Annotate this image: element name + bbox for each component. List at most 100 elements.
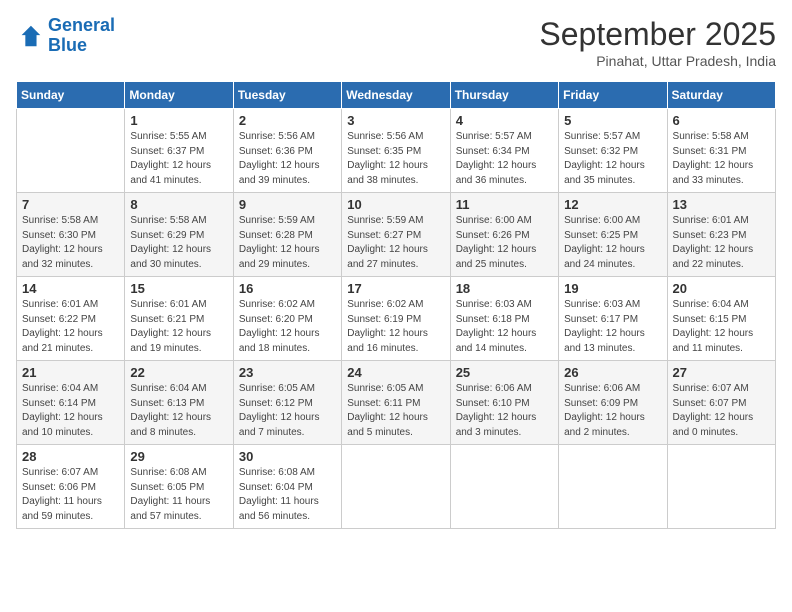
day-number: 28 — [22, 449, 119, 464]
day-number: 7 — [22, 197, 119, 212]
day-number: 27 — [673, 365, 770, 380]
day-number: 20 — [673, 281, 770, 296]
calendar-cell: 25Sunrise: 6:06 AM Sunset: 6:10 PM Dayli… — [450, 361, 558, 445]
day-number: 19 — [564, 281, 661, 296]
day-number: 12 — [564, 197, 661, 212]
day-number: 22 — [130, 365, 227, 380]
header-cell-wednesday: Wednesday — [342, 82, 450, 109]
calendar-body: 1 Sunrise: 5:55 AM Sunset: 6:37 PM Daylig… — [17, 109, 776, 529]
day-number: 15 — [130, 281, 227, 296]
month-title: September 2025 — [539, 16, 776, 53]
calendar-cell: 22Sunrise: 6:04 AM Sunset: 6:13 PM Dayli… — [125, 361, 233, 445]
cell-info: Sunrise: 6:03 AM Sunset: 6:17 PM Dayligh… — [564, 298, 661, 356]
calendar-cell: 3 Sunrise: 5:56 AM Sunset: 6:35 PM Daylig… — [342, 109, 450, 193]
calendar-cell: 4 Sunrise: 5:57 AM Sunset: 6:34 PM Daylig… — [450, 109, 558, 193]
cell-info: Sunrise: 6:04 AM Sunset: 6:15 PM Dayligh… — [673, 298, 770, 356]
cell-info: Sunrise: 6:05 AM Sunset: 6:11 PM Dayligh… — [347, 382, 444, 440]
day-number: 8 — [130, 197, 227, 212]
location-subtitle: Pinahat, Uttar Pradesh, India — [539, 53, 776, 69]
cell-info: Sunrise: 6:07 AM Sunset: 6:06 PM Dayligh… — [22, 466, 119, 524]
calendar-cell: 20 Sunrise: 6:04 AM Sunset: 6:15 PM Dayli… — [667, 277, 775, 361]
calendar-table: SundayMondayTuesdayWednesdayThursdayFrid… — [16, 81, 776, 529]
day-number: 21 — [22, 365, 119, 380]
calendar-cell: 16 Sunrise: 6:02 AM Sunset: 6:20 PM Dayli… — [233, 277, 341, 361]
day-number: 16 — [239, 281, 336, 296]
cell-info: Sunrise: 6:08 AM Sunset: 6:04 PM Dayligh… — [239, 466, 336, 524]
cell-info: Sunrise: 6:07 AM Sunset: 6:07 PM Dayligh… — [673, 382, 770, 440]
day-number: 11 — [456, 197, 553, 212]
header-cell-saturday: Saturday — [667, 82, 775, 109]
header-row: SundayMondayTuesdayWednesdayThursdayFrid… — [17, 82, 776, 109]
logo-line2: Blue — [48, 35, 87, 55]
header-cell-monday: Monday — [125, 82, 233, 109]
cell-info: Sunrise: 6:05 AM Sunset: 6:12 PM Dayligh… — [239, 382, 336, 440]
cell-info: Sunrise: 6:02 AM Sunset: 6:20 PM Dayligh… — [239, 298, 336, 356]
calendar-cell: 8 Sunrise: 5:58 AM Sunset: 6:29 PM Daylig… — [125, 193, 233, 277]
cell-info: Sunrise: 5:59 AM Sunset: 6:28 PM Dayligh… — [239, 214, 336, 272]
cell-info: Sunrise: 5:59 AM Sunset: 6:27 PM Dayligh… — [347, 214, 444, 272]
calendar-cell: 28 Sunrise: 6:07 AM Sunset: 6:06 PM Dayli… — [17, 445, 125, 529]
calendar-cell — [559, 445, 667, 529]
page-header: General Blue September 2025 Pinahat, Utt… — [16, 16, 776, 69]
day-number: 1 — [130, 113, 227, 128]
cell-info: Sunrise: 5:55 AM Sunset: 6:37 PM Dayligh… — [130, 130, 227, 188]
header-cell-thursday: Thursday — [450, 82, 558, 109]
day-number: 5 — [564, 113, 661, 128]
cell-info: Sunrise: 5:58 AM Sunset: 6:29 PM Dayligh… — [130, 214, 227, 272]
cell-info: Sunrise: 5:56 AM Sunset: 6:35 PM Dayligh… — [347, 130, 444, 188]
calendar-cell: 14 Sunrise: 6:01 AM Sunset: 6:22 PM Dayli… — [17, 277, 125, 361]
week-row-3: 14 Sunrise: 6:01 AM Sunset: 6:22 PM Dayli… — [17, 277, 776, 361]
cell-info: Sunrise: 5:57 AM Sunset: 6:34 PM Dayligh… — [456, 130, 553, 188]
day-number: 10 — [347, 197, 444, 212]
day-number: 30 — [239, 449, 336, 464]
cell-info: Sunrise: 6:01 AM Sunset: 6:21 PM Dayligh… — [130, 298, 227, 356]
cell-info: Sunrise: 5:57 AM Sunset: 6:32 PM Dayligh… — [564, 130, 661, 188]
calendar-cell: 9 Sunrise: 5:59 AM Sunset: 6:28 PM Daylig… — [233, 193, 341, 277]
cell-info: Sunrise: 6:01 AM Sunset: 6:23 PM Dayligh… — [673, 214, 770, 272]
calendar-cell: 11 Sunrise: 6:00 AM Sunset: 6:26 PM Dayli… — [450, 193, 558, 277]
day-number: 29 — [130, 449, 227, 464]
calendar-cell: 24 Sunrise: 6:05 AM Sunset: 6:11 PM Dayli… — [342, 361, 450, 445]
day-number: 4 — [456, 113, 553, 128]
calendar-cell: 27 Sunrise: 6:07 AM Sunset: 6:07 PM Dayli… — [667, 361, 775, 445]
day-number: 24 — [347, 365, 444, 380]
calendar-cell: 7 Sunrise: 5:58 AM Sunset: 6:30 PM Daylig… — [17, 193, 125, 277]
calendar-cell — [667, 445, 775, 529]
week-row-2: 7 Sunrise: 5:58 AM Sunset: 6:30 PM Daylig… — [17, 193, 776, 277]
cell-info: Sunrise: 6:01 AM Sunset: 6:22 PM Dayligh… — [22, 298, 119, 356]
calendar-cell: 17Sunrise: 6:02 AM Sunset: 6:19 PM Dayli… — [342, 277, 450, 361]
day-number: 3 — [347, 113, 444, 128]
day-number: 6 — [673, 113, 770, 128]
calendar-cell — [17, 109, 125, 193]
title-block: September 2025 Pinahat, Uttar Pradesh, I… — [539, 16, 776, 69]
week-row-5: 28 Sunrise: 6:07 AM Sunset: 6:06 PM Dayli… — [17, 445, 776, 529]
calendar-cell — [342, 445, 450, 529]
calendar-cell: 29Sunrise: 6:08 AM Sunset: 6:05 PM Dayli… — [125, 445, 233, 529]
day-number: 13 — [673, 197, 770, 212]
calendar-cell: 23Sunrise: 6:05 AM Sunset: 6:12 PM Dayli… — [233, 361, 341, 445]
cell-info: Sunrise: 5:58 AM Sunset: 6:30 PM Dayligh… — [22, 214, 119, 272]
cell-info: Sunrise: 6:06 AM Sunset: 6:10 PM Dayligh… — [456, 382, 553, 440]
day-number: 2 — [239, 113, 336, 128]
calendar-cell: 15 Sunrise: 6:01 AM Sunset: 6:21 PM Dayli… — [125, 277, 233, 361]
day-number: 18 — [456, 281, 553, 296]
cell-info: Sunrise: 6:00 AM Sunset: 6:25 PM Dayligh… — [564, 214, 661, 272]
cell-info: Sunrise: 6:02 AM Sunset: 6:19 PM Dayligh… — [347, 298, 444, 356]
calendar-cell: 2Sunrise: 5:56 AM Sunset: 6:36 PM Daylig… — [233, 109, 341, 193]
calendar-cell: 1 Sunrise: 5:55 AM Sunset: 6:37 PM Daylig… — [125, 109, 233, 193]
cell-info: Sunrise: 6:06 AM Sunset: 6:09 PM Dayligh… — [564, 382, 661, 440]
header-cell-friday: Friday — [559, 82, 667, 109]
header-cell-sunday: Sunday — [17, 82, 125, 109]
cell-info: Sunrise: 6:03 AM Sunset: 6:18 PM Dayligh… — [456, 298, 553, 356]
logo: General Blue — [16, 16, 115, 56]
cell-info: Sunrise: 6:04 AM Sunset: 6:14 PM Dayligh… — [22, 382, 119, 440]
cell-info: Sunrise: 6:00 AM Sunset: 6:26 PM Dayligh… — [456, 214, 553, 272]
day-number: 9 — [239, 197, 336, 212]
week-row-4: 21 Sunrise: 6:04 AM Sunset: 6:14 PM Dayli… — [17, 361, 776, 445]
header-cell-tuesday: Tuesday — [233, 82, 341, 109]
calendar-cell: 12 Sunrise: 6:00 AM Sunset: 6:25 PM Dayli… — [559, 193, 667, 277]
day-number: 14 — [22, 281, 119, 296]
calendar-cell: 18 Sunrise: 6:03 AM Sunset: 6:18 PM Dayli… — [450, 277, 558, 361]
calendar-cell: 19 Sunrise: 6:03 AM Sunset: 6:17 PM Dayli… — [559, 277, 667, 361]
calendar-cell: 13 Sunrise: 6:01 AM Sunset: 6:23 PM Dayli… — [667, 193, 775, 277]
